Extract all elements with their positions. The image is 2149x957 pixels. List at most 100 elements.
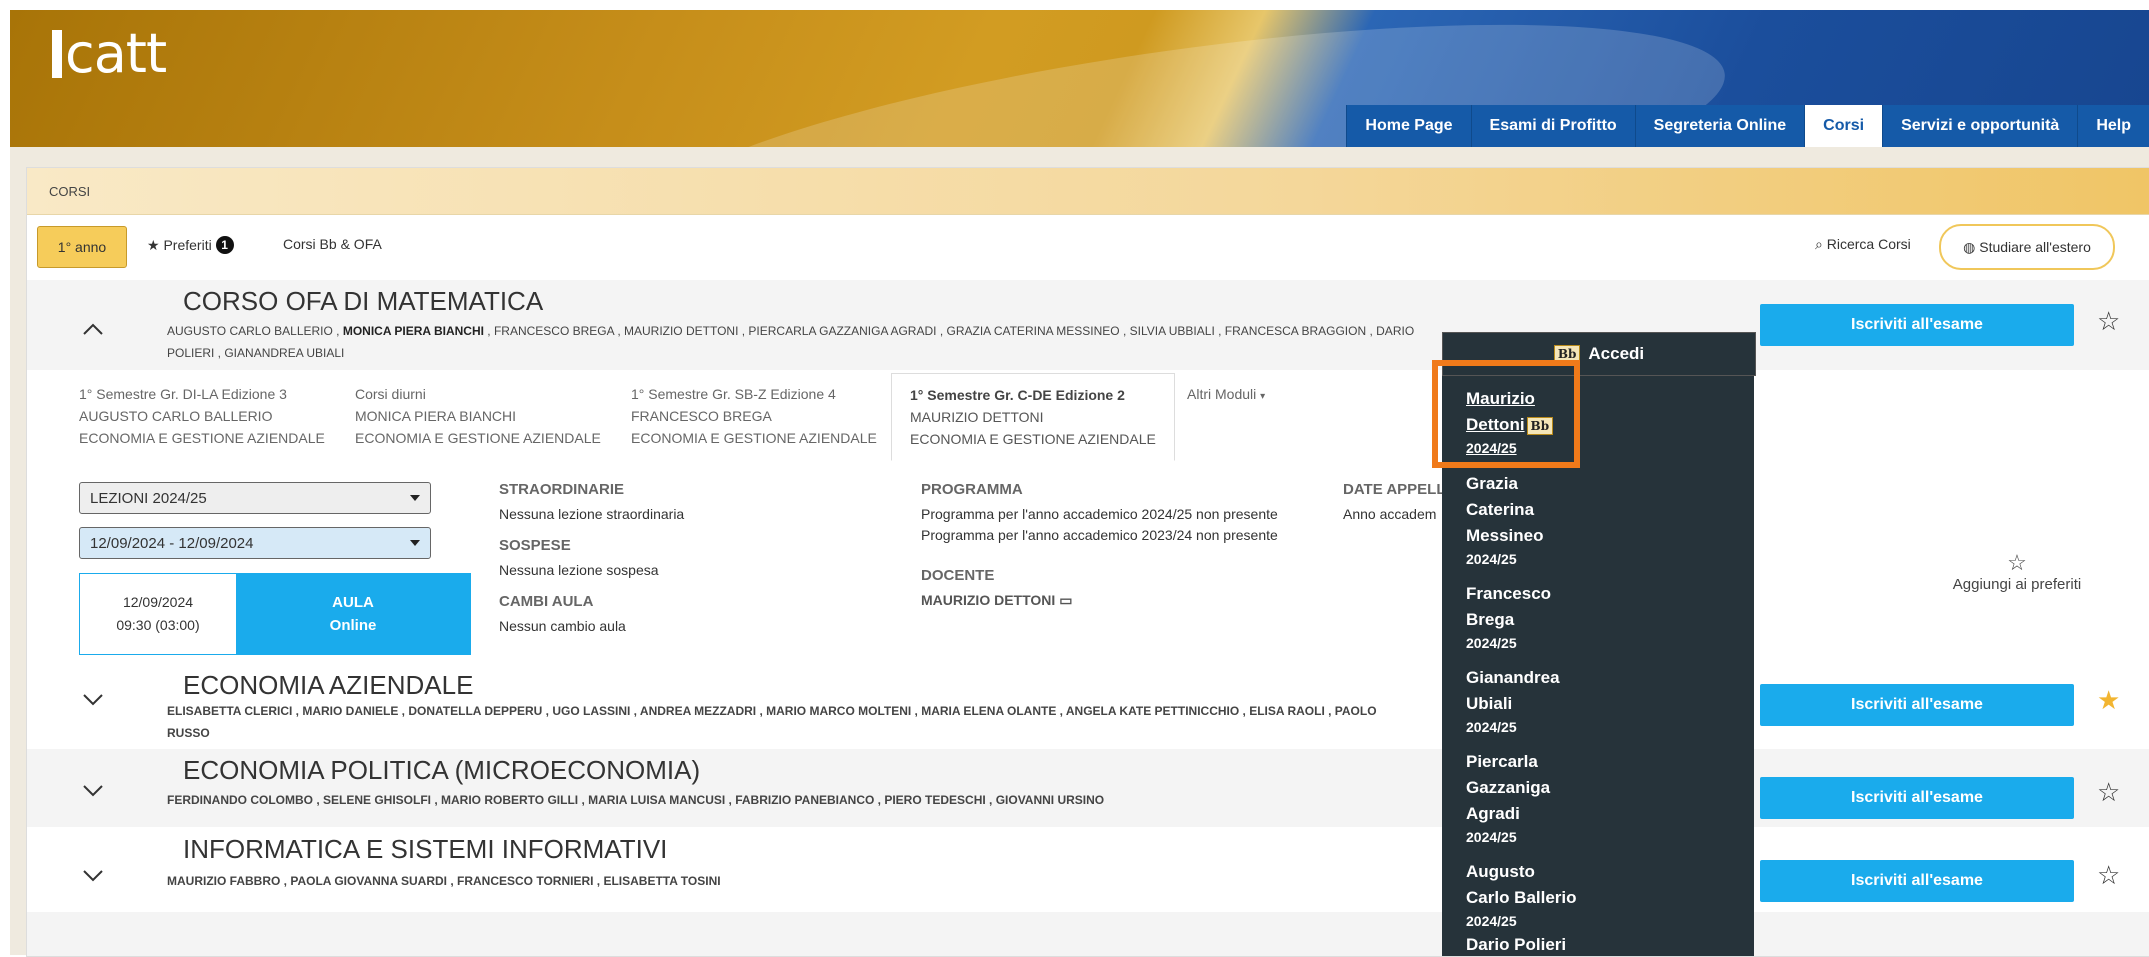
docente-link[interactable]: MAURIZIO DETTONI ▭ — [921, 590, 1072, 611]
tab-servizi[interactable]: Servizi e opportunità — [1882, 105, 2078, 147]
item-name-2: Gazzaniga — [1466, 778, 1551, 797]
module-degree: ECONOMIA E GESTIONE AZIENDALE — [631, 430, 877, 446]
programma-line-1: Programma per l'anno accademico 2024/25 … — [921, 506, 1278, 522]
dropdown-item[interactable]: Dario Polieri — [1466, 932, 1566, 956]
chevron-down-icon[interactable] — [82, 688, 104, 710]
page-edge — [0, 0, 10, 955]
teachers-line-2: RUSSO — [167, 726, 210, 740]
module-tab[interactable]: Corsi diurni MONICA PIERA BIANCHI ECONOMIA… — [355, 383, 601, 449]
favorite-star-icon[interactable]: ☆ — [2097, 306, 2120, 337]
breadcrumb: CORSI — [27, 168, 2149, 215]
section-value: Anno accadem — [1343, 506, 1437, 522]
course-title[interactable]: CORSO OFA DI MATEMATICA — [183, 286, 543, 317]
iscriviti-button[interactable]: Iscriviti all'esame — [1760, 304, 2074, 346]
course-title[interactable]: ECONOMIA POLITICA (MICROECONOMIA) — [183, 755, 700, 786]
item-year: 2024/25 — [1466, 551, 1517, 567]
item-name-2: Carlo Ballerio — [1466, 888, 1577, 907]
lezioni-select-value: LEZIONI 2024/25 — [90, 489, 207, 507]
altri-moduli-label: Altri Moduli — [1187, 386, 1257, 402]
module-degree: ECONOMIA E GESTIONE AZIENDALE — [79, 430, 325, 446]
lesson-card[interactable]: 12/09/2024 09:30 (03:00) AULA Online — [79, 573, 471, 655]
studiare-estero-button[interactable]: ◍ Studiare all'estero — [1939, 224, 2115, 270]
section-heading: STRAORDINARIE — [499, 481, 625, 498]
module-teacher: MAURIZIO DETTONI — [910, 409, 1044, 425]
dropdown-item[interactable]: Francesco Brega 2024/25 — [1466, 581, 1551, 653]
favorite-star-icon[interactable]: ★ — [2097, 685, 2120, 716]
preferiti-label: Preferiti — [163, 237, 212, 253]
tab-segreteria-online[interactable]: Segreteria Online — [1634, 105, 1805, 147]
aggiungi-preferiti-label: Aggiungi ai preferiti — [1952, 576, 2082, 593]
lezioni-select[interactable]: LEZIONI 2024/25 — [79, 482, 431, 514]
section-value: Nessuna lezione straordinaria — [499, 506, 685, 522]
altri-moduli-dropdown[interactable]: Altri Moduli ▾ — [1187, 383, 1265, 408]
date-range-select[interactable]: 12/09/2024 - 12/09/2024 — [79, 527, 431, 559]
course-teachers: AUGUSTO CARLO BALLERIO , MONICA PIERA BI… — [167, 320, 1457, 364]
caret-down-icon — [410, 540, 420, 546]
chevron-down-icon[interactable] — [82, 864, 104, 886]
site-header: catt Home Page Esami di Profitto Segrete… — [10, 10, 2149, 147]
course-title[interactable]: ECONOMIA AZIENDALE — [183, 670, 473, 701]
tab-help[interactable]: Help — [2077, 105, 2149, 147]
accedi-label: Accedi — [1588, 344, 1645, 363]
highlight-box — [1432, 360, 1580, 468]
module-degree: ECONOMIA E GESTIONE AZIENDALE — [355, 430, 601, 446]
module-tab[interactable]: 1° Semestre Gr. DI-LA Edizione 3 AUGUSTO … — [79, 383, 325, 449]
globe-icon: ◍ — [1963, 238, 1976, 255]
section-value: Nessuna lezione sospesa — [499, 562, 659, 578]
tab-corsi[interactable]: Corsi — [1804, 105, 1883, 147]
chevron-up-icon[interactable] — [82, 318, 104, 340]
dropdown-item[interactable]: Gianandrea Ubiali 2024/25 — [1466, 665, 1560, 737]
item-name: Gianandrea — [1466, 668, 1560, 687]
iscriviti-button[interactable]: Iscriviti all'esame — [1760, 684, 2074, 726]
item-name-2: Brega — [1466, 610, 1515, 629]
favorite-star-icon[interactable]: ☆ — [2097, 860, 2120, 891]
corsi-bb-link[interactable]: Corsi Bb & OFA — [283, 236, 382, 252]
icatt-logo[interactable]: catt — [52, 22, 167, 85]
item-year: 2024/25 — [1466, 913, 1517, 929]
item-name: Piercarla — [1466, 752, 1538, 771]
dropdown-item[interactable]: Piercarla Gazzaniga Agradi 2024/25 — [1466, 749, 1550, 847]
dropdown-item[interactable]: Augusto Carlo Ballerio 2024/25 — [1466, 859, 1577, 931]
section-heading: DOCENTE — [921, 567, 995, 584]
iscriviti-button[interactable]: Iscriviti all'esame — [1760, 777, 2074, 819]
programma-line-2: Programma per l'anno accademico 2023/24 … — [921, 527, 1278, 543]
course-row: ECONOMIA AZIENDALE ELISABETTA CLERICI , … — [27, 664, 2149, 740]
next-course-row — [27, 912, 2149, 956]
docente-section: DOCENTE MAURIZIO DETTONI ▭ — [921, 567, 1072, 611]
caret-down-icon — [410, 495, 420, 501]
programma-section: PROGRAMMA Programma per l'anno accademico… — [921, 481, 1278, 546]
sospese-section: SOSPESE Nessuna lezione sospesa — [499, 537, 659, 581]
module-title: Corsi diurni — [355, 386, 426, 402]
item-name: Francesco — [1466, 584, 1552, 603]
course-title[interactable]: INFORMATICA E SISTEMI INFORMATIVI — [183, 834, 667, 865]
course-teachers: ELISABETTA CLERICI , MARIO DANIELE , DON… — [167, 700, 1457, 744]
course-row: CORSO OFA DI MATEMATICA AUGUSTO CARLO BA… — [27, 280, 2149, 370]
tab-home-page[interactable]: Home Page — [1346, 105, 1471, 147]
dropdown-item[interactable]: Grazia Caterina Messineo 2024/25 — [1466, 471, 1543, 569]
ricerca-corsi-link[interactable]: ⌕ Ricerca Corsi — [1815, 236, 1911, 253]
teachers-line-1: ELISABETTA CLERICI , MARIO DANIELE , DON… — [167, 704, 1377, 718]
content-area: CORSI 1° anno ★ Preferiti 1 Corsi Bb & O… — [10, 147, 2149, 957]
iscriviti-button[interactable]: Iscriviti all'esame — [1760, 860, 2074, 902]
cambi-aula-section: CAMBI AULA Nessun cambio aula — [499, 593, 626, 637]
module-tab[interactable]: 1° Semestre Gr. SB-Z Edizione 4 FRANCESCO… — [631, 383, 877, 449]
item-year: 2024/25 — [1466, 829, 1517, 845]
item-name: Grazia — [1466, 474, 1518, 493]
room-value: Online — [329, 617, 377, 634]
favorite-star-icon[interactable]: ☆ — [2097, 777, 2120, 808]
section-heading: SOSPESE — [499, 537, 571, 554]
tab-esami-di-profitto[interactable]: Esami di Profitto — [1470, 105, 1635, 147]
preferiti-link[interactable]: ★ Preferiti 1 — [147, 236, 234, 254]
lesson-time: 09:30 (03:00) — [116, 617, 200, 633]
aggiungi-preferiti[interactable]: ☆ Aggiungi ai preferiti — [1927, 550, 2107, 593]
lesson-datetime: 12/09/2024 09:30 (03:00) — [80, 574, 236, 654]
item-year: 2024/25 — [1466, 635, 1517, 651]
year-button[interactable]: 1° anno — [37, 226, 127, 268]
module-tab-active[interactable]: 1° Semestre Gr. C-DE Edizione 2 MAURIZIO … — [891, 373, 1175, 461]
section-heading: PROGRAMMA — [921, 481, 1023, 498]
lesson-date: 12/09/2024 — [122, 594, 194, 610]
module-teacher: MONICA PIERA BIANCHI — [355, 408, 517, 424]
preferiti-count-badge: 1 — [215, 236, 234, 254]
item-year: 2024/25 — [1466, 719, 1517, 735]
chevron-down-icon[interactable] — [82, 779, 104, 801]
